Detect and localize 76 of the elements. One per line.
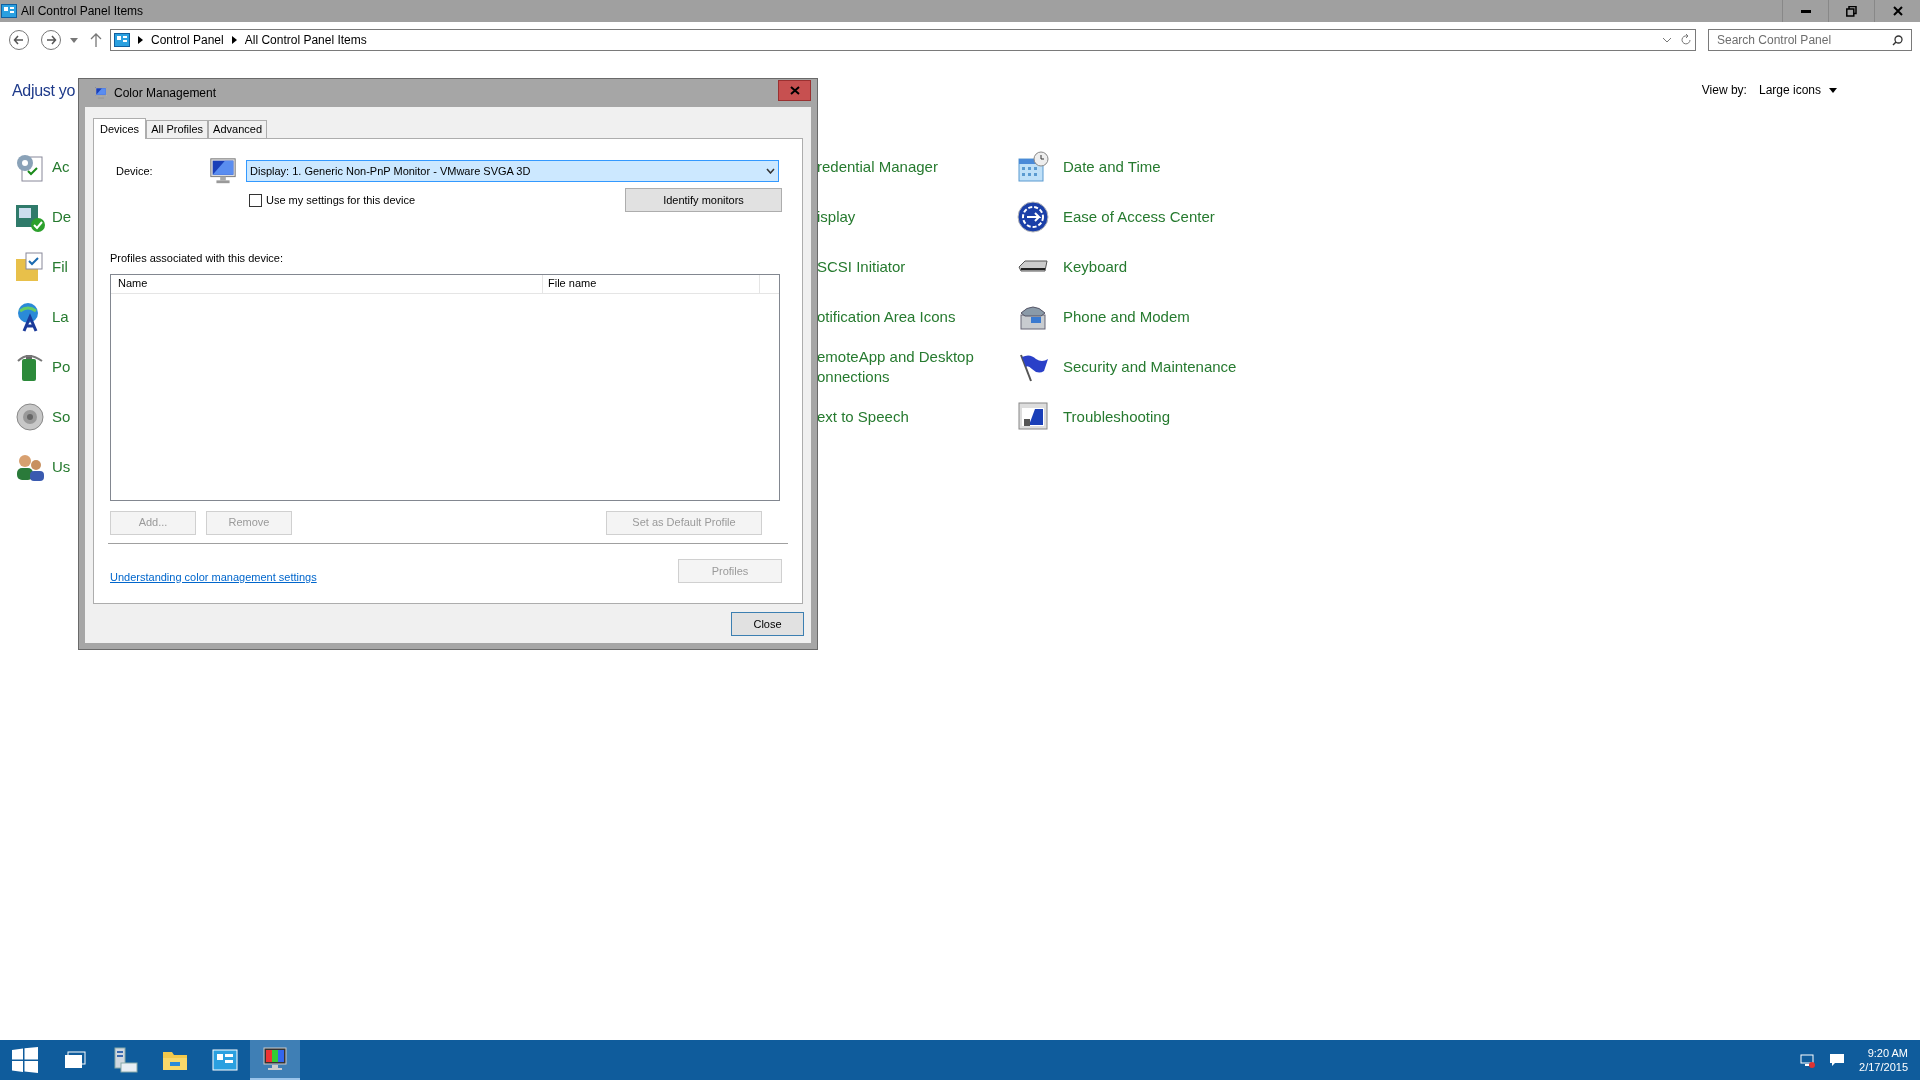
close-button[interactable] (778, 80, 811, 101)
breadcrumb-arrow-icon (138, 36, 143, 44)
search-icon[interactable] (1892, 34, 1903, 46)
up-arrow-icon[interactable] (90, 33, 102, 47)
monitor-icon (262, 1046, 288, 1072)
control-panel-icon (1, 4, 17, 18)
window-title: All Control Panel Items (21, 3, 144, 20)
speaker-icon (14, 400, 46, 433)
control-panel-link[interactable]: Troubleshooting (1063, 406, 1170, 427)
control-panel-icon (212, 1049, 238, 1071)
control-panel-link[interactable]: Ease of Access Center (1063, 206, 1215, 227)
close-dialog-button[interactable]: Close (731, 612, 804, 636)
device-label: Device: (116, 163, 154, 179)
control-panel-link[interactable]: Fil (52, 256, 68, 277)
identify-monitors-button[interactable]: Identify monitors (625, 188, 782, 212)
control-panel-link[interactable]: De (52, 206, 72, 227)
windows-logo-icon (12, 1047, 38, 1073)
network-icon[interactable] (1799, 1052, 1816, 1068)
checkbox-label[interactable]: Use my settings for this device (266, 191, 416, 209)
refresh-icon[interactable] (1680, 34, 1692, 46)
dropdown-arrow-icon[interactable] (70, 37, 78, 43)
control-panel-link[interactable]: ext to Speech (817, 406, 993, 427)
back-icon[interactable] (8, 29, 30, 51)
close-icon (789, 86, 800, 95)
control-panel-link[interactable]: Keyboard (1063, 256, 1128, 277)
control-panel-link[interactable]: redential Manager (817, 156, 993, 177)
server-icon (112, 1047, 138, 1073)
help-link[interactable]: Understanding color management settings (110, 568, 317, 585)
control-panel-link[interactable]: So (52, 406, 71, 427)
column-header[interactable]: Name (111, 274, 543, 293)
clock-time[interactable]: 9:20 AM (1867, 1046, 1908, 1060)
device-dropdown[interactable]: Display: 1. Generic Non-PnP Monitor - VMware SVGA 3D (246, 160, 779, 182)
profiles-label: Profiles associated with this device: (110, 251, 285, 266)
control-panel-link[interactable]: Us (52, 456, 71, 477)
folder-icon (14, 250, 46, 283)
breadcrumb[interactable]: All Control Panel Items (244, 31, 367, 49)
caret-icon (766, 168, 775, 174)
windows-stack-icon (64, 1051, 86, 1069)
folder-icon (162, 1049, 188, 1071)
calendar-clock-icon (1017, 150, 1049, 183)
control-panel-link[interactable]: emoteApp and Desktop onnections (817, 346, 993, 387)
dialog-title: Color Management (114, 85, 217, 102)
message-icon[interactable] (1829, 1053, 1846, 1067)
control-panel-link[interactable]: Security and Maintenance (1063, 356, 1237, 377)
control-panel-link[interactable]: Po (52, 356, 71, 377)
restore-icon (1846, 5, 1857, 17)
tab[interactable]: Devices (93, 118, 147, 139)
page-heading: Adjust yo (12, 81, 76, 101)
control-panel-link[interactable]: Ac (52, 156, 70, 177)
taskbar-button[interactable] (250, 1040, 300, 1080)
search-field[interactable]: Search Control Panel (1708, 29, 1912, 51)
control-panel-link[interactable]: Date and Time (1063, 156, 1161, 177)
monitor-icon (208, 156, 238, 186)
control-panel-link[interactable]: SCSI Initiator (817, 256, 993, 277)
column-header[interactable]: File name (543, 274, 760, 293)
control-panel-icon (114, 33, 130, 47)
control-panel-link[interactable]: isplay (817, 206, 993, 227)
tab[interactable]: Advanced (208, 120, 268, 138)
control-panel-link[interactable]: otification Area Icons (817, 306, 993, 327)
close-icon (1892, 6, 1903, 16)
checkbox[interactable] (249, 193, 262, 207)
view-by-label: View by: (1701, 82, 1747, 99)
forward-icon[interactable] (40, 29, 62, 51)
control-panel-link[interactable]: Phone and Modem (1063, 306, 1190, 327)
breadcrumb[interactable]: Control Panel (151, 31, 224, 49)
clock-date[interactable]: 2/17/2015 (1859, 1060, 1908, 1074)
address-bar[interactable]: Control Panel All Control Panel Items (110, 29, 1696, 51)
tab[interactable]: All Profiles (146, 120, 209, 138)
monitor-tools-icon (1017, 400, 1049, 433)
minimize-icon (1800, 9, 1811, 13)
breadcrumb-arrow-icon (231, 36, 237, 44)
view-by-dropdown[interactable]: Large icons (1758, 81, 1837, 99)
monitor-icon (94, 86, 108, 100)
control-panel-link[interactable]: La (52, 306, 69, 327)
caret-icon (1829, 87, 1837, 93)
accessibility-icon (1017, 200, 1049, 233)
